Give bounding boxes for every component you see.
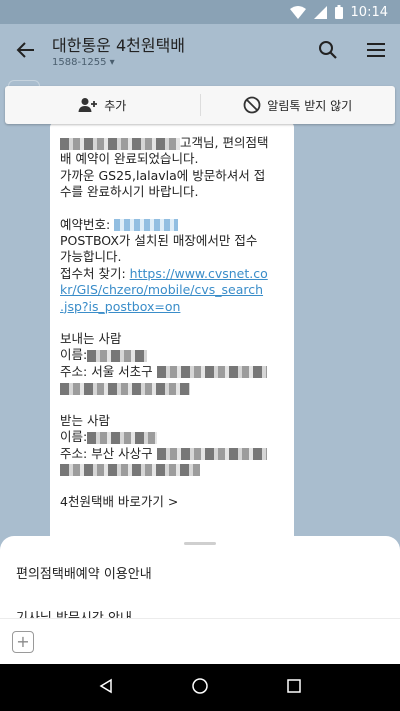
signal-icon <box>313 5 327 19</box>
search-icon <box>319 41 337 59</box>
chat-subtitle: 1588-1255 ▾ <box>52 57 115 68</box>
circle-home-icon <box>192 677 208 694</box>
app-bar: 대한통운 4천원택배 1588-1255 ▾ <box>0 24 400 76</box>
plus-icon: + <box>16 631 30 651</box>
status-bar: 10:14 <box>0 0 400 24</box>
arrow-left-icon <box>16 42 34 58</box>
battery-icon <box>334 5 343 19</box>
receiver-title: 받는 사람 <box>60 412 110 428</box>
chat-title: 대한통운 4천원택배 <box>52 36 186 55</box>
search-button[interactable] <box>304 24 352 76</box>
masked-reservation-number[interactable] <box>114 219 179 232</box>
delivery-shortcut-link[interactable]: 4천원택배 바로가기 > <box>60 494 178 509</box>
wifi-icon <box>289 5 306 19</box>
input-bar: + <box>0 618 400 664</box>
square-recents-icon <box>286 678 301 693</box>
sender-title: 보내는 사람 <box>60 331 122 347</box>
masked-sender-name <box>87 349 148 362</box>
add-person-icon <box>78 98 98 112</box>
masked-customer-name <box>60 137 180 150</box>
message-bubble: 고객님, 편의점택 배 예약이 완료되었습니다. 가까운 GS25,lalavl… <box>50 123 294 536</box>
chat-title-area[interactable]: 대한통운 4천원택배 1588-1255 ▾ <box>52 32 304 68</box>
chat-area[interactable]: 고객님, 편의점택 배 예약이 완료되었습니다. 가까운 GS25,lalavl… <box>0 76 400 536</box>
home-nav-button[interactable] <box>191 677 209 699</box>
block-icon <box>243 96 261 114</box>
action-bar: 추가 알림톡 받지 않기 <box>5 86 395 124</box>
system-navigation-bar <box>0 664 400 711</box>
back-nav-button[interactable] <box>98 678 114 698</box>
masked-receiver-name <box>87 431 158 444</box>
attach-button[interactable]: + <box>12 630 34 653</box>
status-time: 10:14 <box>350 4 388 20</box>
menu-item-visit-time[interactable]: 기사님 방문시간 안내 <box>0 589 400 618</box>
add-friend-label: 추가 <box>104 98 127 113</box>
masked-receiver-address-2 <box>60 464 200 477</box>
back-button[interactable] <box>0 24 52 76</box>
masked-sender-address-2 <box>60 382 190 395</box>
add-friend-button[interactable]: 추가 <box>5 86 200 124</box>
bottom-menu-sheet: 편의점택배예약 이용안내 기사님 방문시간 안내 <box>0 536 400 618</box>
block-notification-label: 알림톡 받지 않기 <box>267 98 353 113</box>
menu-button[interactable] <box>352 24 400 76</box>
masked-sender-address <box>156 366 267 379</box>
triangle-back-icon <box>99 678 113 693</box>
block-notification-button[interactable]: 알림톡 받지 않기 <box>201 86 396 124</box>
recents-nav-button[interactable] <box>286 678 302 698</box>
menu-item-usage-guide[interactable]: 편의점택배예약 이용안내 <box>0 545 400 589</box>
hamburger-menu-icon <box>367 43 385 57</box>
masked-receiver-address <box>156 448 267 460</box>
reservation-number-label: 예약번호: <box>60 216 111 232</box>
